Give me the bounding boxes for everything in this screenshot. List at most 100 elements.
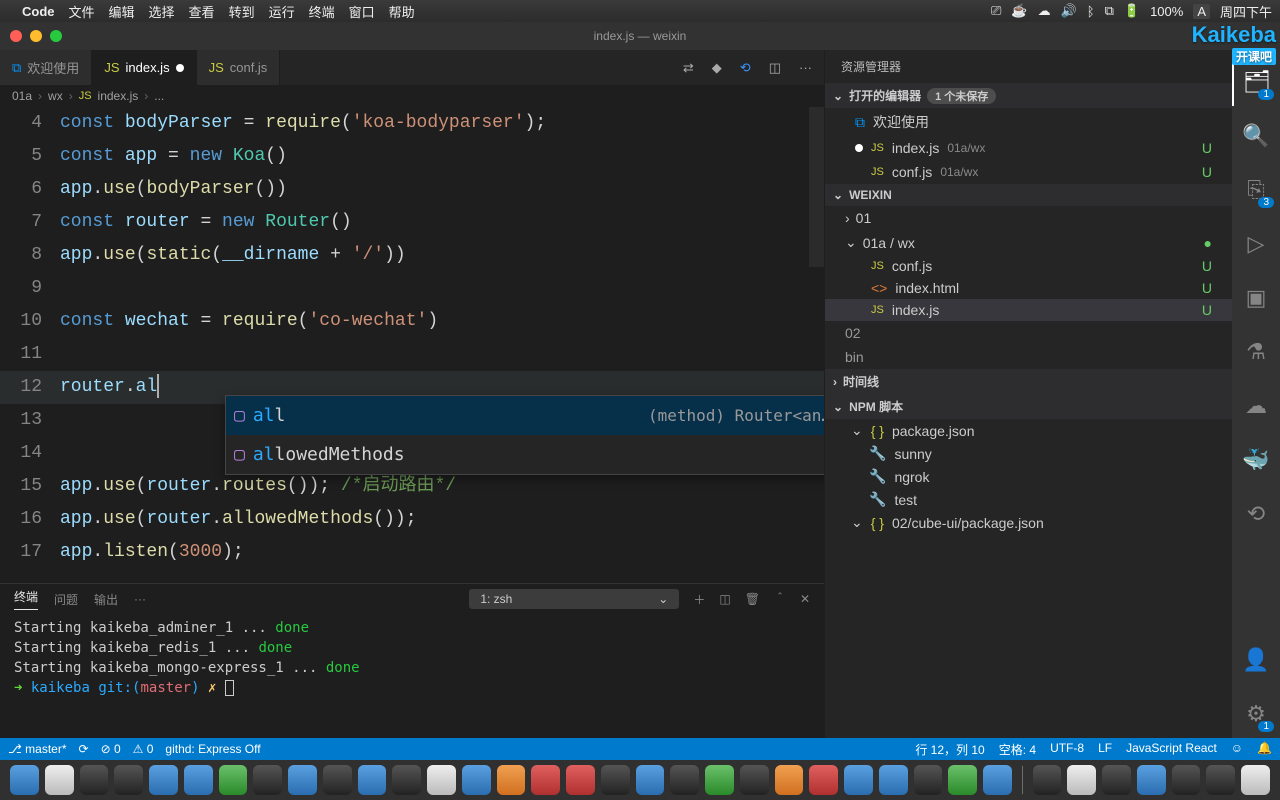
code-line[interactable]: 10const wechat = require('co-wechat') <box>0 305 824 338</box>
status-errors[interactable]: ⊘ 0 <box>101 742 121 756</box>
dock-app[interactable] <box>80 765 109 795</box>
breadcrumb-seg[interactable]: 01a <box>12 89 32 103</box>
dock-app[interactable] <box>1172 765 1201 795</box>
status-cursor-pos[interactable]: 行 12，列 10 <box>915 741 984 758</box>
activity-search[interactable]: 🔍 <box>1232 112 1280 160</box>
folder-bin[interactable]: bin <box>825 345 1232 369</box>
activity-run[interactable]: ▷ <box>1232 220 1280 268</box>
status-sync-icon[interactable]: ⟳ <box>79 742 89 756</box>
maximize-panel-icon[interactable]: ＾ <box>774 591 786 608</box>
more-actions-icon[interactable]: ··· <box>799 60 812 75</box>
autocomplete-item[interactable]: ▢ all (method) Router<an… <box>226 396 824 435</box>
menu-edit[interactable]: 编辑 <box>109 2 135 21</box>
folder-01a-wx[interactable]: 01a / wx ● <box>825 230 1232 255</box>
minimap[interactable] <box>809 107 824 267</box>
menubar-cloud-icon[interactable]: ☁ <box>1038 3 1051 19</box>
menubar-tray-icon[interactable]: ⎚ <box>991 3 1001 19</box>
panel-tab-more[interactable]: ··· <box>134 592 146 606</box>
status-language[interactable]: JavaScript React <box>1126 741 1217 758</box>
menu-selection[interactable]: 选择 <box>149 2 175 21</box>
code-line[interactable]: 4const bodyParser = require('koa-bodypar… <box>0 107 824 140</box>
file-index-js[interactable]: JS index.js U <box>825 299 1232 321</box>
status-eol[interactable]: LF <box>1098 741 1112 758</box>
folder-01[interactable]: 01 <box>825 206 1232 230</box>
activity-account[interactable]: 👤 <box>1232 636 1280 684</box>
npm-package-json[interactable]: { } package.json <box>825 419 1232 442</box>
code-line[interactable]: 9 <box>0 272 824 305</box>
tab-index-js[interactable]: JS index.js <box>92 50 196 85</box>
npm-scripts-header[interactable]: NPM 脚本 <box>825 394 1232 419</box>
menubar-volume-icon[interactable]: 🔊 <box>1061 3 1077 19</box>
dock-app[interactable] <box>914 765 943 795</box>
tab-welcome[interactable]: ⧉ 欢迎使用 <box>0 50 92 85</box>
breadcrumb-seg[interactable]: wx <box>48 89 63 103</box>
dock-app[interactable] <box>10 765 39 795</box>
terminal-output[interactable]: Starting kaikeba_adminer_1 ... doneStart… <box>0 614 824 738</box>
split-editor-icon[interactable]: ◫ <box>769 60 781 76</box>
split-terminal-icon[interactable]: ◫ <box>719 592 730 606</box>
npm-script-ngrok[interactable]: 🔧 ngrok <box>825 465 1232 488</box>
npm-script-test[interactable]: 🔧 test <box>825 488 1232 511</box>
code-line[interactable]: 5const app = new Koa() <box>0 140 824 173</box>
activity-extensions[interactable]: ▣ <box>1232 274 1280 322</box>
status-githd[interactable]: githd: Express Off <box>165 742 260 756</box>
panel-tab-output[interactable]: 输出 <box>94 591 118 608</box>
activity-sync[interactable]: ⟲ <box>1232 490 1280 538</box>
dock-app[interactable] <box>497 765 526 795</box>
breadcrumb[interactable]: 01a › wx › JS index.js › ... <box>0 85 824 107</box>
project-header[interactable]: WEIXIN <box>825 184 1232 206</box>
dock-app[interactable] <box>1067 765 1096 795</box>
dock-app[interactable] <box>531 765 560 795</box>
open-editor-index[interactable]: JS index.js 01a/wx U <box>825 136 1232 160</box>
breadcrumb-seg[interactable]: index.js <box>98 89 139 103</box>
npm-script-sunny[interactable]: 🔧 sunny <box>825 442 1232 465</box>
changes-icon[interactable]: ◆ <box>712 60 722 76</box>
activity-remote[interactable]: ☁ <box>1232 382 1280 430</box>
activity-explorer[interactable]: 🗂1 <box>1232 58 1280 106</box>
status-feedback-icon[interactable]: ☺ <box>1231 741 1243 758</box>
activity-test[interactable]: ⚗ <box>1232 328 1280 376</box>
file-conf-js[interactable]: JS conf.js U <box>825 255 1232 277</box>
menubar-wifi-icon[interactable]: ⧉ <box>1105 3 1114 19</box>
dock-app[interactable] <box>601 765 630 795</box>
menubar-app[interactable]: Code <box>22 4 55 19</box>
menu-terminal[interactable]: 终端 <box>309 2 335 21</box>
breadcrumb-seg[interactable]: ... <box>154 89 164 103</box>
timeline-header[interactable]: 时间线 <box>825 369 1232 394</box>
code-line[interactable]: 7const router = new Router() <box>0 206 824 239</box>
menubar-clock[interactable]: 周四下午 <box>1220 2 1272 21</box>
dock-app[interactable] <box>809 765 838 795</box>
panel-tab-problems[interactable]: 问题 <box>54 591 78 608</box>
code-line[interactable]: 16app.use(router.allowedMethods()); <box>0 503 824 536</box>
menu-file[interactable]: 文件 <box>69 2 95 21</box>
panel-tab-terminal[interactable]: 终端 <box>14 588 38 610</box>
menu-run[interactable]: 运行 <box>269 2 295 21</box>
dock-app[interactable] <box>45 765 74 795</box>
activity-docker[interactable]: 🐳 <box>1232 436 1280 484</box>
dock-app[interactable] <box>114 765 143 795</box>
menu-go[interactable]: 转到 <box>229 2 255 21</box>
code-line[interactable]: 6app.use(bodyParser()) <box>0 173 824 206</box>
status-bell-icon[interactable]: 🔔 <box>1257 741 1272 758</box>
dock-app[interactable] <box>149 765 178 795</box>
open-editors-header[interactable]: 打开的编辑器 1 个未保存 <box>825 83 1232 108</box>
file-index-html[interactable]: <> index.html U <box>825 277 1232 299</box>
menu-help[interactable]: 帮助 <box>389 2 415 21</box>
status-warnings[interactable]: ⚠ 0 <box>133 742 154 756</box>
dock-app[interactable] <box>392 765 421 795</box>
new-terminal-icon[interactable]: ＋ <box>693 591 705 608</box>
dock-app[interactable] <box>879 765 908 795</box>
close-panel-icon[interactable]: ✕ <box>800 592 810 606</box>
terminal-selector[interactable]: 1: zsh⌄ <box>469 589 679 609</box>
dock-app[interactable] <box>253 765 282 795</box>
dock-app[interactable] <box>1102 765 1131 795</box>
dock-app[interactable] <box>566 765 595 795</box>
dock-app[interactable] <box>358 765 387 795</box>
autocomplete-item[interactable]: ▢ allowedMethods <box>226 435 824 474</box>
code-editor[interactable]: 4const bodyParser = require('koa-bodypar… <box>0 107 824 583</box>
npm-package-json-2[interactable]: { } 02/cube-ui/package.json <box>825 511 1232 534</box>
dock-app[interactable] <box>740 765 769 795</box>
menubar-input-icon[interactable]: A <box>1193 4 1210 19</box>
compare-icon[interactable]: ⇄ <box>683 60 694 76</box>
status-branch[interactable]: ⎇ master* <box>8 742 67 756</box>
